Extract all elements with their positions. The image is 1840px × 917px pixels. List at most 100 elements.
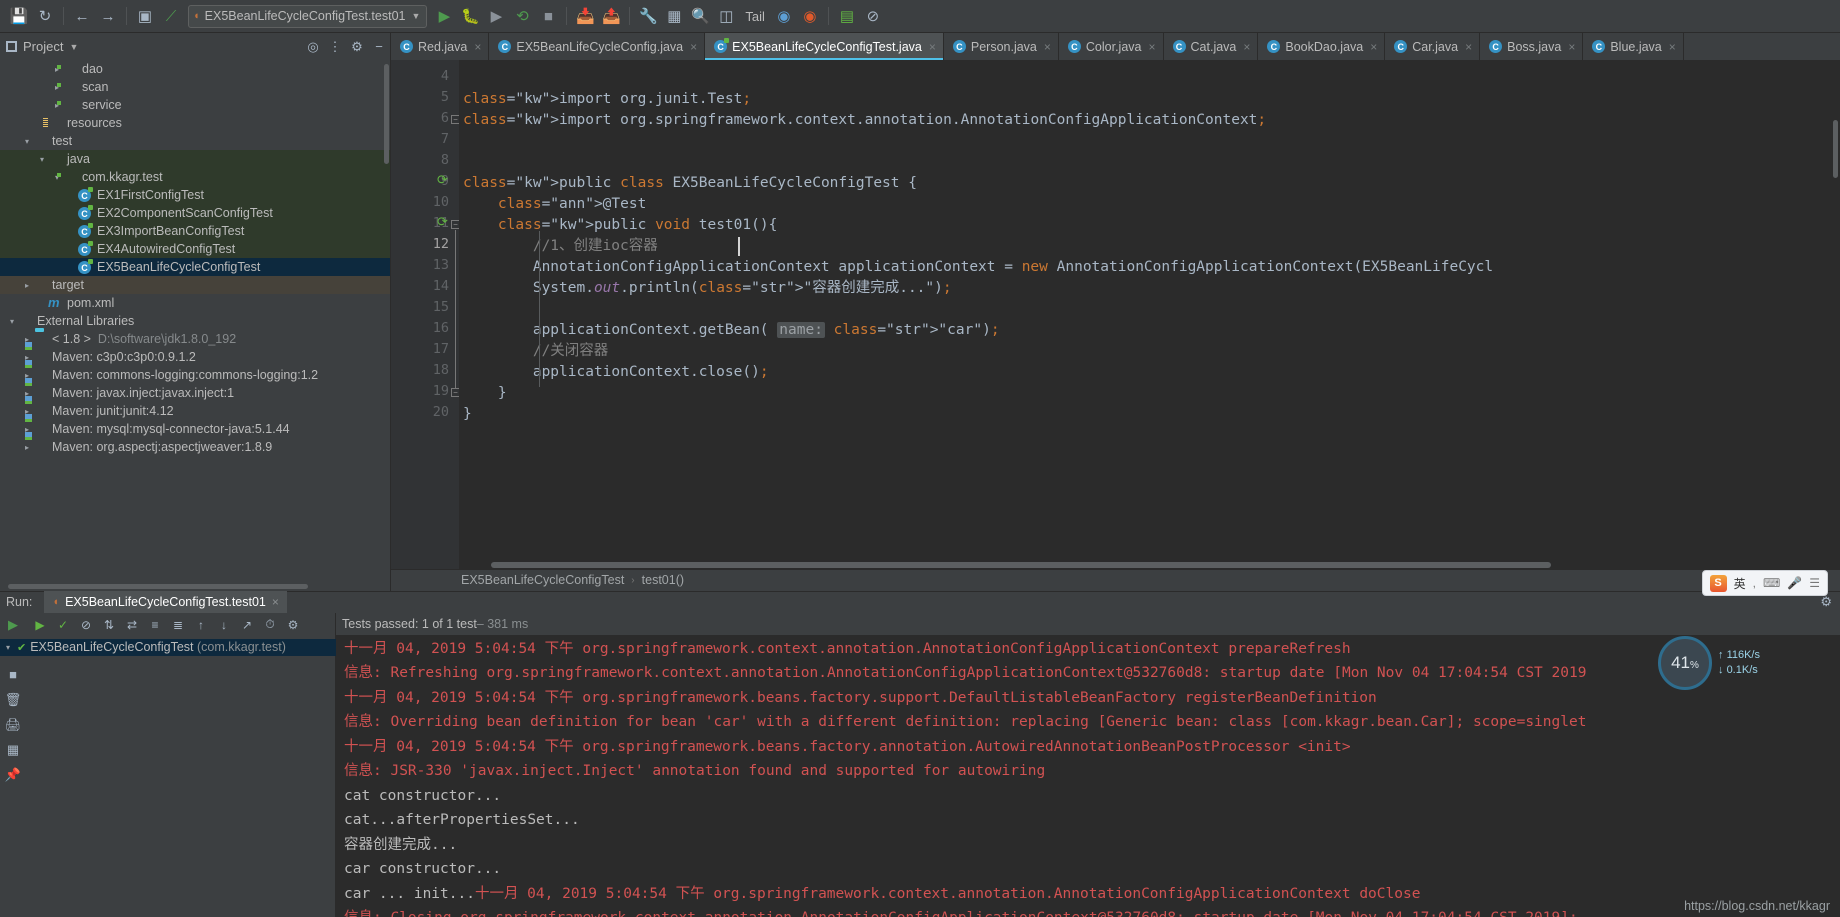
code-line[interactable]: class="kw">public class EX5BeanLifeCycle…: [463, 173, 917, 194]
tree-node[interactable]: ▾ test: [0, 132, 390, 150]
editor-tab-boss-java[interactable]: C Boss.java ×: [1480, 33, 1584, 60]
collapse-all-icon[interactable]: ⋮: [324, 36, 346, 58]
editor-tab-color-java[interactable]: C Color.java ×: [1059, 33, 1164, 60]
close-icon[interactable]: ×: [1465, 40, 1472, 54]
network-monitor-widget[interactable]: 41% ↑ 116K/s ↓ 0.1K/s: [1658, 636, 1760, 690]
ime-menu-icon[interactable]: ☰: [1809, 576, 1820, 590]
print-icon[interactable]: 🖨: [5, 717, 22, 733]
sync-icon[interactable]: ↻: [32, 4, 58, 29]
ie-icon[interactable]: ◉: [797, 4, 823, 29]
run-gutter-icon[interactable]: ⟳: [437, 214, 448, 230]
tail-label[interactable]: Tail: [739, 9, 771, 24]
run-gutter-icon[interactable]: ⟳: [437, 172, 448, 188]
settings-icon[interactable]: ⚙: [283, 615, 303, 635]
run-with-coverage-button[interactable]: ▶: [483, 4, 509, 29]
save-icon[interactable]: 💾: [6, 4, 32, 29]
block-icon[interactable]: ⊘: [860, 4, 886, 29]
rerun-icon[interactable]: ▶: [30, 615, 50, 635]
expand-arrow-icon[interactable]: ▾: [36, 155, 48, 164]
tree-node[interactable]: C EX2ComponentScanConfigTest: [0, 204, 390, 222]
code-line[interactable]: applicationContext.close();: [463, 362, 769, 383]
ime-mic-icon[interactable]: 🎤: [1787, 576, 1802, 590]
tree-node[interactable]: ▸ Maven: junit:junit:4.12: [0, 402, 390, 420]
tree-node[interactable]: C EX5BeanLifeCycleConfigTest: [0, 258, 390, 276]
close-icon[interactable]: ×: [1370, 40, 1377, 54]
code-line[interactable]: }: [463, 383, 507, 404]
monitor-icon[interactable]: ▤: [834, 4, 860, 29]
chrome-icon[interactable]: ◉: [771, 4, 797, 29]
tree-node[interactable]: C EX4AutowiredConfigTest: [0, 240, 390, 258]
editor-tab-red-java[interactable]: C Red.java ×: [391, 33, 490, 60]
stop-button[interactable]: ■: [535, 4, 561, 29]
editor-tab-person-java[interactable]: C Person.java ×: [944, 33, 1059, 60]
tree-node[interactable]: m pom.xml: [0, 294, 390, 312]
grid-icon[interactable]: ▦: [7, 742, 19, 758]
code-editor[interactable]: 4 5 6 7 8 9 10 11 12 13 14 15 16 17 18 19 20 ⟳ ⟳ − − − class=…: [391, 60, 1840, 591]
close-icon[interactable]: ×: [1568, 40, 1575, 54]
editor-tab-ex5beanlifecycleconfig-java[interactable]: C EX5BeanLifeCycleConfig.java ×: [489, 33, 706, 60]
tree-node[interactable]: C EX3ImportBeanConfigTest: [0, 222, 390, 240]
forward-icon[interactable]: →: [95, 4, 121, 29]
expand-arrow-icon[interactable]: ▾: [6, 317, 18, 326]
deploy-icon[interactable]: 📤: [598, 4, 624, 29]
back-icon[interactable]: ←: [69, 4, 95, 29]
ime-comma-icon[interactable]: ,: [1753, 576, 1756, 590]
ime-indicator[interactable]: S 英 , ⌨ 🎤 ☰: [1701, 570, 1828, 596]
tree-node[interactable]: ▸ service: [0, 96, 390, 114]
code-line[interactable]: //1、创建ioc容器: [463, 236, 658, 257]
show-ignored-icon[interactable]: ⊘: [76, 615, 96, 635]
tree-node[interactable]: ▾ java: [0, 150, 390, 168]
code-line[interactable]: class="ann">@Test: [463, 194, 646, 215]
tree-vertical-scrollbar[interactable]: [384, 64, 389, 164]
rerun-icon[interactable]: ▶: [8, 617, 18, 633]
rerun-button[interactable]: ⟲: [509, 4, 535, 29]
editor-tab-bookdao-java[interactable]: C BookDao.java ×: [1258, 33, 1386, 60]
show-passed-icon[interactable]: ✓: [53, 615, 73, 635]
tree-node[interactable]: ▸ target: [0, 276, 390, 294]
update-app-icon[interactable]: 📥: [572, 4, 598, 29]
editor-viewport[interactable]: 4 5 6 7 8 9 10 11 12 13 14 15 16 17 18 19 20 ⟳ ⟳ − − − class=…: [391, 60, 1840, 569]
code-line[interactable]: }: [463, 404, 472, 425]
console-output[interactable]: Tests passed: 1 of 1 test – 381 ms 十一月 0…: [336, 612, 1840, 917]
expand-arrow-icon[interactable]: ▸: [21, 281, 33, 290]
settings-icon[interactable]: ⚙: [346, 36, 368, 58]
close-icon[interactable]: ×: [1243, 40, 1250, 54]
expand-arrow-icon[interactable]: ▾: [6, 643, 17, 652]
project-tree[interactable]: ▸ dao ▸ scan ▸ service resources ▾ test ▾ java ▾ com…: [0, 60, 391, 591]
tree-node[interactable]: ▸ Maven: javax.inject:javax.inject:1: [0, 384, 390, 402]
history-icon[interactable]: ⏱: [260, 615, 280, 635]
stop-icon[interactable]: ■: [9, 667, 17, 683]
tree-node[interactable]: ▸ Maven: commons-logging:commons-logging:…: [0, 366, 390, 384]
breadcrumb-class[interactable]: EX5BeanLifeCycleConfigTest: [461, 573, 624, 587]
prev-failed-icon[interactable]: ↑: [191, 615, 211, 635]
export-icon[interactable]: ↗: [237, 615, 257, 635]
code-line[interactable]: AnnotationConfigApplicationContext appli…: [463, 257, 1493, 278]
search-icon[interactable]: 🔍: [687, 4, 713, 29]
editor-tab-ex5beanlifecycleconfigtest-java[interactable]: C EX5BeanLifeCycleConfigTest.java ×: [705, 33, 944, 60]
ime-keyboard-icon[interactable]: ⌨: [1763, 576, 1780, 590]
trash-icon[interactable]: 🗑: [5, 692, 22, 708]
test-tree[interactable]: ▾ ✔ EX5BeanLifeCycleConfigTest (com.kkagr.…: [0, 637, 1840, 917]
ime-language[interactable]: 英: [1734, 575, 1746, 592]
close-icon[interactable]: ×: [690, 40, 697, 54]
close-icon[interactable]: ×: [1149, 40, 1156, 54]
code-line[interactable]: class="kw">import org.springframework.co…: [463, 110, 1266, 131]
editor-horizontal-scrollbar[interactable]: [491, 561, 1551, 568]
tree-node[interactable]: ▸ dao: [0, 60, 390, 78]
close-icon[interactable]: ×: [1669, 40, 1676, 54]
debug-button[interactable]: 🐛: [457, 4, 483, 29]
tree-node[interactable]: C EX1FirstConfigTest: [0, 186, 390, 204]
code-line[interactable]: class="kw">public void test01(){: [463, 215, 777, 236]
tree-node[interactable]: ▾ com.kkagr.test: [0, 168, 390, 186]
tree-node[interactable]: ▸ < 1.8 > D:\software\jdk1.8.0_192: [0, 330, 390, 348]
editor-tab-car-java[interactable]: C Car.java ×: [1385, 33, 1481, 60]
expand-all-icon[interactable]: ≡: [145, 615, 165, 635]
collapse-all-icon[interactable]: ≣: [168, 615, 188, 635]
tree-horizontal-scrollbar[interactable]: [8, 583, 308, 589]
run-configuration-selector[interactable]: ◖ EX5BeanLifeCycleConfigTest.test01 ▼: [188, 4, 428, 28]
close-icon[interactable]: ×: [272, 595, 279, 609]
run-button[interactable]: ▶: [431, 4, 457, 29]
code-line[interactable]: System.out.println(class="str">"容器创建完成..…: [463, 278, 952, 299]
breadcrumb-method[interactable]: test01(): [642, 573, 684, 587]
chevron-down-icon[interactable]: ▼: [69, 42, 78, 52]
